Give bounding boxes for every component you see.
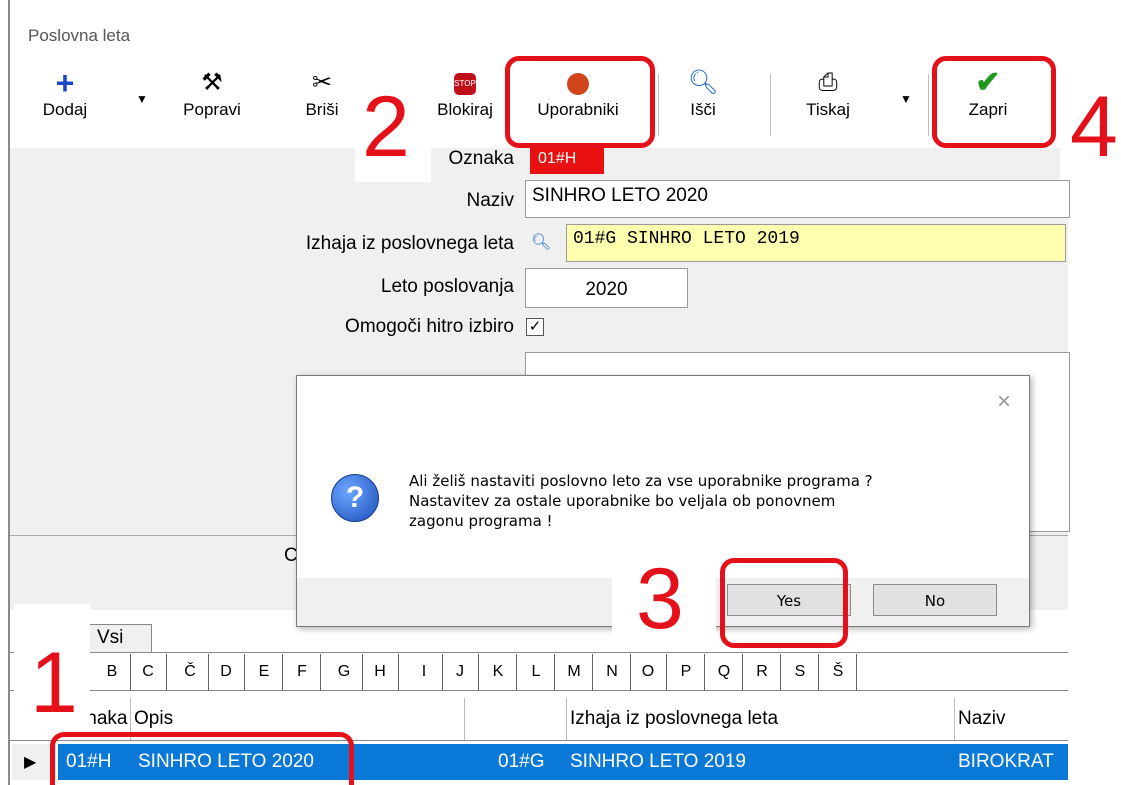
toolbar-separator — [770, 74, 771, 136]
hitro-izbira-label: Omogoči hitro izbiro — [345, 316, 514, 337]
letter-filter-button[interactable]: K — [480, 654, 517, 690]
annotation-box-close — [932, 56, 1056, 148]
close-icon[interactable]: × — [997, 388, 1011, 416]
col-naziv[interactable]: Naziv — [958, 708, 1006, 730]
stop-icon: STOP — [422, 66, 508, 100]
letter-filter-button[interactable]: O — [630, 654, 667, 690]
letter-filter-button[interactable]: N — [594, 654, 631, 690]
letter-filter-button[interactable]: Q — [706, 654, 743, 690]
col-sep — [954, 698, 955, 740]
col-sep — [464, 698, 465, 740]
letter-filter-button[interactable]: Š — [820, 654, 857, 690]
annotation-number-4: 4 — [1070, 79, 1118, 175]
naziv-label: Naziv — [466, 190, 514, 211]
letter-filter-button[interactable]: D — [208, 654, 245, 690]
delete-button[interactable]: ✂ Briši — [298, 66, 346, 140]
letter-filter-button[interactable]: R — [744, 654, 781, 690]
cell-izhaja-name: SINHRO LETO 2019 — [570, 751, 747, 772]
letter-filter-button[interactable]: F — [284, 654, 321, 690]
dialog-message: Ali želiš nastaviti poslovno leto za vse… — [409, 471, 873, 531]
search-button[interactable]: 🔍︎ Išči — [678, 66, 728, 140]
letter-filter-button[interactable]: E — [246, 654, 283, 690]
col-izhaja[interactable]: Izhaja iz poslovnega leta — [570, 708, 778, 730]
toolbar-separator — [658, 74, 659, 136]
plus-icon: + — [55, 65, 75, 101]
add-dropdown-arrow[interactable]: ▼ — [136, 92, 148, 106]
dialog-line: zagonu programa ! — [409, 512, 553, 530]
print-button[interactable]: ⎙ Tiskaj — [800, 66, 856, 140]
naziv-field[interactable]: SINHRO LETO 2020 — [525, 180, 1070, 218]
izhaja-label: Izhaja iz poslovnega leta — [305, 233, 514, 254]
cell-naziv: BIROKRAT — [958, 751, 1054, 772]
question-icon: ? — [331, 474, 379, 522]
dialog-line: Ali želiš nastaviti poslovno leto za vse… — [409, 472, 873, 490]
add-button[interactable]: + Dodaj — [40, 66, 90, 140]
annotation-number-3: 3 — [636, 551, 684, 647]
letter-filter-button[interactable]: L — [518, 654, 555, 690]
col-opis[interactable]: Opis — [134, 708, 173, 730]
oznaka-field[interactable]: 01#H — [530, 146, 604, 174]
letter-filter-button[interactable]: Č — [172, 654, 209, 690]
letter-filter-button[interactable]: B — [94, 654, 131, 690]
annotation-box-users — [505, 56, 655, 148]
letter-filter-button[interactable]: M — [556, 654, 593, 690]
annotation-number-2: 2 — [362, 79, 410, 175]
letter-filter: BCČDEFGHIJKLMNOPQRSŠ — [10, 654, 1068, 691]
leto-field[interactable]: 2020 — [525, 268, 688, 308]
toolbar-separator — [928, 74, 929, 136]
printer-icon: ⎙ — [818, 69, 838, 96]
letter-filter-button[interactable]: P — [668, 654, 705, 690]
row-pointer-icon: ▶ — [24, 754, 37, 771]
scissors-icon: ✂ — [311, 69, 333, 96]
magnifier-icon: 🔍︎ — [687, 69, 719, 96]
letter-filter-button[interactable]: H — [362, 654, 399, 690]
print-dropdown-arrow[interactable]: ▼ — [900, 92, 912, 106]
letter-filter-button[interactable]: J — [442, 654, 479, 690]
lookup-search-icon[interactable]: 🔍︎ — [531, 232, 551, 252]
letter-filter-button[interactable]: G — [326, 654, 363, 690]
izhaja-field[interactable]: 01#G SINHRO LETO 2019 — [566, 224, 1066, 262]
hitro-izbira-checkbox[interactable]: ✓ — [526, 318, 544, 336]
dialog-line: Nastavitev za ostale uporabnike bo velja… — [409, 492, 836, 510]
leto-label: Leto poslovanja — [380, 276, 514, 297]
annotation-box-row — [50, 732, 354, 785]
block-button[interactable]: STOP Blokiraj — [422, 66, 508, 140]
edit-button[interactable]: ⚒ Popravi — [172, 66, 252, 140]
cell-izhaja-code: 01#G — [498, 751, 545, 772]
letter-filter-button[interactable]: C — [130, 654, 167, 690]
col-sep — [566, 698, 567, 740]
hammer-icon: ⚒ — [201, 69, 223, 96]
letter-filter-button[interactable]: I — [406, 654, 443, 690]
annotation-box-yes — [720, 558, 848, 648]
window-title: Poslovna leta — [28, 26, 131, 45]
letter-filter-button[interactable]: S — [782, 654, 819, 690]
no-button[interactable]: No — [873, 584, 997, 616]
annotation-number-1: 1 — [30, 635, 78, 731]
